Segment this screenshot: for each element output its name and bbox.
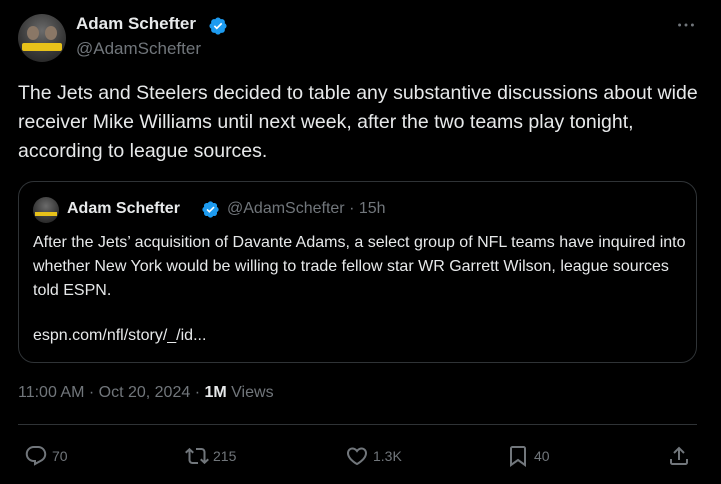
share-icon [670,446,688,465]
author-handle[interactable]: @AdamSchefter [76,39,201,59]
views-label: Views [231,384,274,401]
quoted-tweet-card[interactable]: Adam Schefter @AdamSchefter · 15h After … [18,181,697,363]
avatar-banner [35,212,57,216]
quoted-tweet-text: After the Jets’ acquisition of Davante A… [33,234,686,299]
bookmark-count: 40 [534,448,550,464]
avatar-face [45,26,57,40]
repost-icon [185,447,209,465]
avatar-banner [22,43,62,51]
quoted-handle-and-age: @AdamSchefter · 15h [227,200,386,218]
reply-icon [25,446,47,466]
divider [18,424,697,425]
verified-badge-icon [209,17,227,35]
avatar-face [27,26,39,40]
author-name[interactable]: Adam Schefter [76,14,196,34]
author-avatar[interactable] [18,14,66,62]
tweet-timestamp[interactable]: 11:00 AM · Oct 20, 2024 [18,384,190,401]
reply-count: 70 [52,448,68,464]
like-button[interactable]: 1.3K [345,444,402,468]
quoted-tweet-link[interactable]: espn.com/nfl/story/_/id... [33,327,206,345]
bookmark-icon [510,446,526,467]
repost-button[interactable]: 215 [185,444,236,468]
repost-count: 215 [213,448,237,464]
share-button[interactable] [667,444,695,468]
more-icon[interactable] [675,14,697,36]
verified-badge-icon [202,201,219,218]
tweet-text: The Jets and Steelers decided to table a… [18,82,698,162]
like-count: 1.3K [373,448,402,464]
bookmark-button[interactable]: 40 [506,444,550,468]
quoted-tweet-age: · 15h [349,200,386,217]
quoted-author-avatar [33,197,59,223]
views-count: 1M [204,384,227,401]
quoted-author-handle: @AdamSchefter [227,200,345,217]
reply-button[interactable]: 70 [24,444,68,468]
tweet-meta: 11:00 AM · Oct 20, 2024 · 1M Views [18,384,274,402]
quoted-author-name: Adam Schefter [67,200,180,217]
like-icon [346,447,368,466]
